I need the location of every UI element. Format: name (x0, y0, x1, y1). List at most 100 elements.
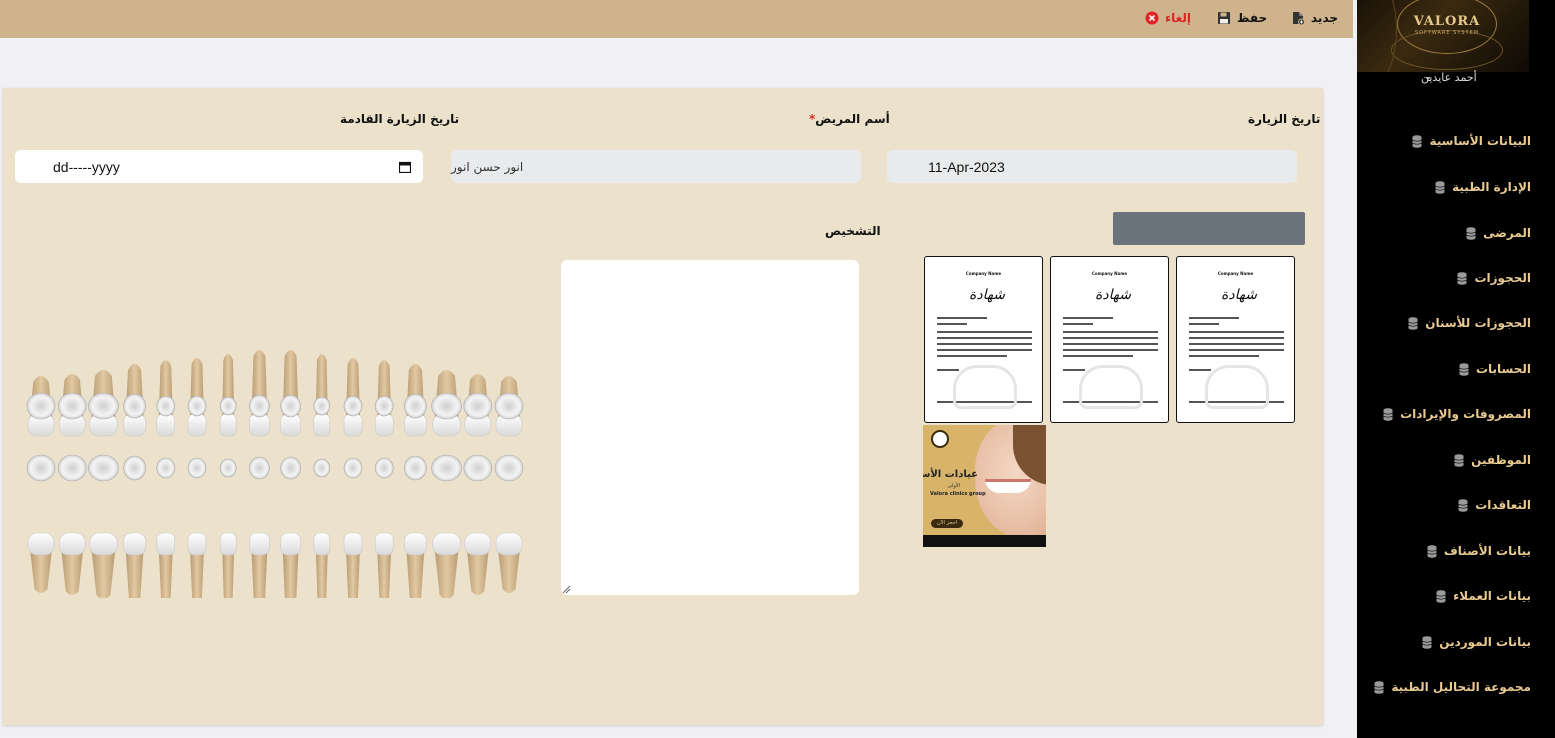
tooth[interactable] (280, 532, 301, 598)
tooth-occlusal[interactable] (123, 393, 146, 419)
calendar-icon[interactable] (399, 161, 411, 173)
tooth[interactable] (313, 532, 331, 598)
tooth-occlusal[interactable] (123, 455, 146, 481)
tooth[interactable] (280, 350, 301, 437)
certificate-document[interactable]: Company Name شهادة (1176, 256, 1295, 423)
next-visit-placeholder: dd-----yyyy (53, 158, 120, 175)
tooth-occlusal[interactable] (431, 454, 462, 482)
tooth-occlusal[interactable] (374, 457, 394, 479)
tooth[interactable] (219, 354, 237, 437)
tooth-occlusal[interactable] (404, 455, 427, 481)
patient-name-field[interactable]: انور حسن انور (451, 150, 861, 183)
tooth-occlusal[interactable] (219, 396, 237, 416)
tooth[interactable] (89, 532, 118, 598)
tooth-occlusal[interactable] (249, 394, 270, 418)
sidebar-item-label: بيانات الأصناف (1443, 544, 1531, 558)
sidebar-item[interactable]: البيانات الأساسية (1412, 134, 1531, 148)
tooth-occlusal[interactable] (280, 456, 301, 480)
tooth-occlusal[interactable] (463, 454, 493, 482)
sidebar-item[interactable]: الإدارة الطبية (1435, 180, 1531, 194)
ad-title: عيادات الأسنان (923, 469, 978, 480)
database-icon (1436, 589, 1446, 603)
tooth-occlusal[interactable] (431, 392, 462, 420)
tooth-occlusal[interactable] (463, 392, 493, 420)
sidebar-item[interactable]: التعاقدات (1458, 498, 1531, 512)
ad-cta: احجز الآن (931, 519, 963, 528)
tooth-occlusal[interactable] (249, 456, 270, 480)
sidebar-item[interactable]: بيانات العملاء (1436, 589, 1531, 603)
tooth[interactable] (249, 532, 270, 598)
database-icon (1374, 680, 1384, 694)
tooth[interactable] (58, 532, 86, 595)
user-dropdown-caret-icon[interactable] (1425, 77, 1431, 80)
sidebar-item-label: البيانات الأساسية (1429, 134, 1531, 148)
ad-brand: Valora clinics group (930, 491, 986, 497)
sidebar-item[interactable]: بيانات الأصناف (1427, 544, 1531, 558)
cancel-button[interactable]: إلغاء (1145, 11, 1191, 25)
tooth-occlusal[interactable] (26, 392, 56, 420)
database-icon (1458, 498, 1468, 512)
tooth[interactable] (432, 532, 461, 598)
tooth-occlusal[interactable] (156, 457, 176, 479)
tooth-occlusal[interactable] (313, 458, 331, 478)
resize-handle-icon[interactable] (562, 585, 571, 594)
sidebar-item[interactable]: المصروفات والإيرادات (1383, 407, 1531, 421)
sidebar-item-label: الحجوزات (1474, 271, 1531, 285)
tooth-occlusal[interactable] (57, 454, 87, 482)
tooth-occlusal[interactable] (156, 395, 176, 417)
tooth-occlusal[interactable] (26, 454, 56, 482)
patient-name-label: أسم المريض* (809, 112, 890, 126)
certificate-document[interactable]: Company Name شهادة (924, 256, 1043, 423)
tooth[interactable] (495, 532, 523, 593)
cancel-label: إلغاء (1165, 11, 1192, 25)
tooth-occlusal[interactable] (494, 392, 524, 420)
tooth-occlusal[interactable] (343, 457, 363, 479)
save-button[interactable]: حفظ (1217, 11, 1267, 25)
tooth-occlusal[interactable] (219, 458, 237, 478)
next-visit-label: تاريخ الزيارة القادمة (340, 112, 460, 126)
sidebar-item[interactable]: الموظفين (1454, 453, 1531, 467)
diagnosis-textarea[interactable] (561, 260, 859, 595)
upload-button[interactable] (1113, 212, 1305, 245)
sidebar-item[interactable]: مجموعة التحاليل الطبية (1374, 680, 1531, 694)
tooth-occlusal[interactable] (57, 392, 87, 420)
tooth[interactable] (343, 532, 363, 598)
sidebar-item-label: الموظفين (1471, 453, 1531, 467)
tooth-occlusal[interactable] (343, 395, 363, 417)
tooth-occlusal[interactable] (313, 396, 331, 416)
tooth[interactable] (219, 532, 237, 598)
tooth-occlusal[interactable] (187, 395, 207, 417)
tooth-occlusal[interactable] (88, 392, 119, 420)
certificate-document[interactable]: Company Name شهادة (1050, 256, 1169, 423)
sidebar-item[interactable]: بيانات الموردين (1422, 635, 1531, 649)
sidebar-item-label: بيانات الموردين (1439, 635, 1531, 649)
tooth-occlusal[interactable] (404, 393, 427, 419)
tooth-occlusal[interactable] (280, 394, 301, 418)
new-button[interactable]: جديد (1292, 11, 1338, 25)
save-label: حفظ (1237, 11, 1268, 25)
tooth[interactable] (404, 532, 427, 598)
tooth[interactable] (464, 532, 492, 595)
tooth-occlusal[interactable] (187, 457, 207, 479)
dental-clinic-ad-image[interactable]: عيادات الأسنان الأولى Valora clinics gro… (923, 425, 1046, 547)
tooth[interactable] (187, 532, 207, 598)
sidebar-item[interactable]: الحجوزات للأسنان (1408, 316, 1531, 330)
tooth[interactable] (27, 532, 55, 593)
sidebar-item[interactable]: الحجوزات (1457, 271, 1531, 285)
database-icon (1459, 362, 1469, 376)
sidebar-item[interactable]: الحسابات (1459, 362, 1531, 376)
dental-teeth-chart[interactable] (23, 298, 543, 598)
tooth[interactable] (249, 350, 270, 437)
visit-date-field[interactable]: 11-Apr-2023 (887, 150, 1297, 183)
tooth[interactable] (313, 354, 331, 437)
sidebar-item[interactable]: المرضى (1466, 226, 1531, 240)
tooth[interactable] (374, 532, 394, 598)
tooth[interactable] (123, 532, 146, 598)
patient-name-label-text: أسم المريض (815, 112, 890, 126)
tooth-occlusal[interactable] (374, 395, 394, 417)
tooth-occlusal[interactable] (88, 454, 119, 482)
next-visit-date-input[interactable]: dd-----yyyy (15, 150, 423, 183)
tooth-occlusal[interactable] (494, 454, 524, 482)
tooth[interactable] (156, 532, 176, 598)
sidebar-item-label: المرضى (1483, 226, 1531, 240)
